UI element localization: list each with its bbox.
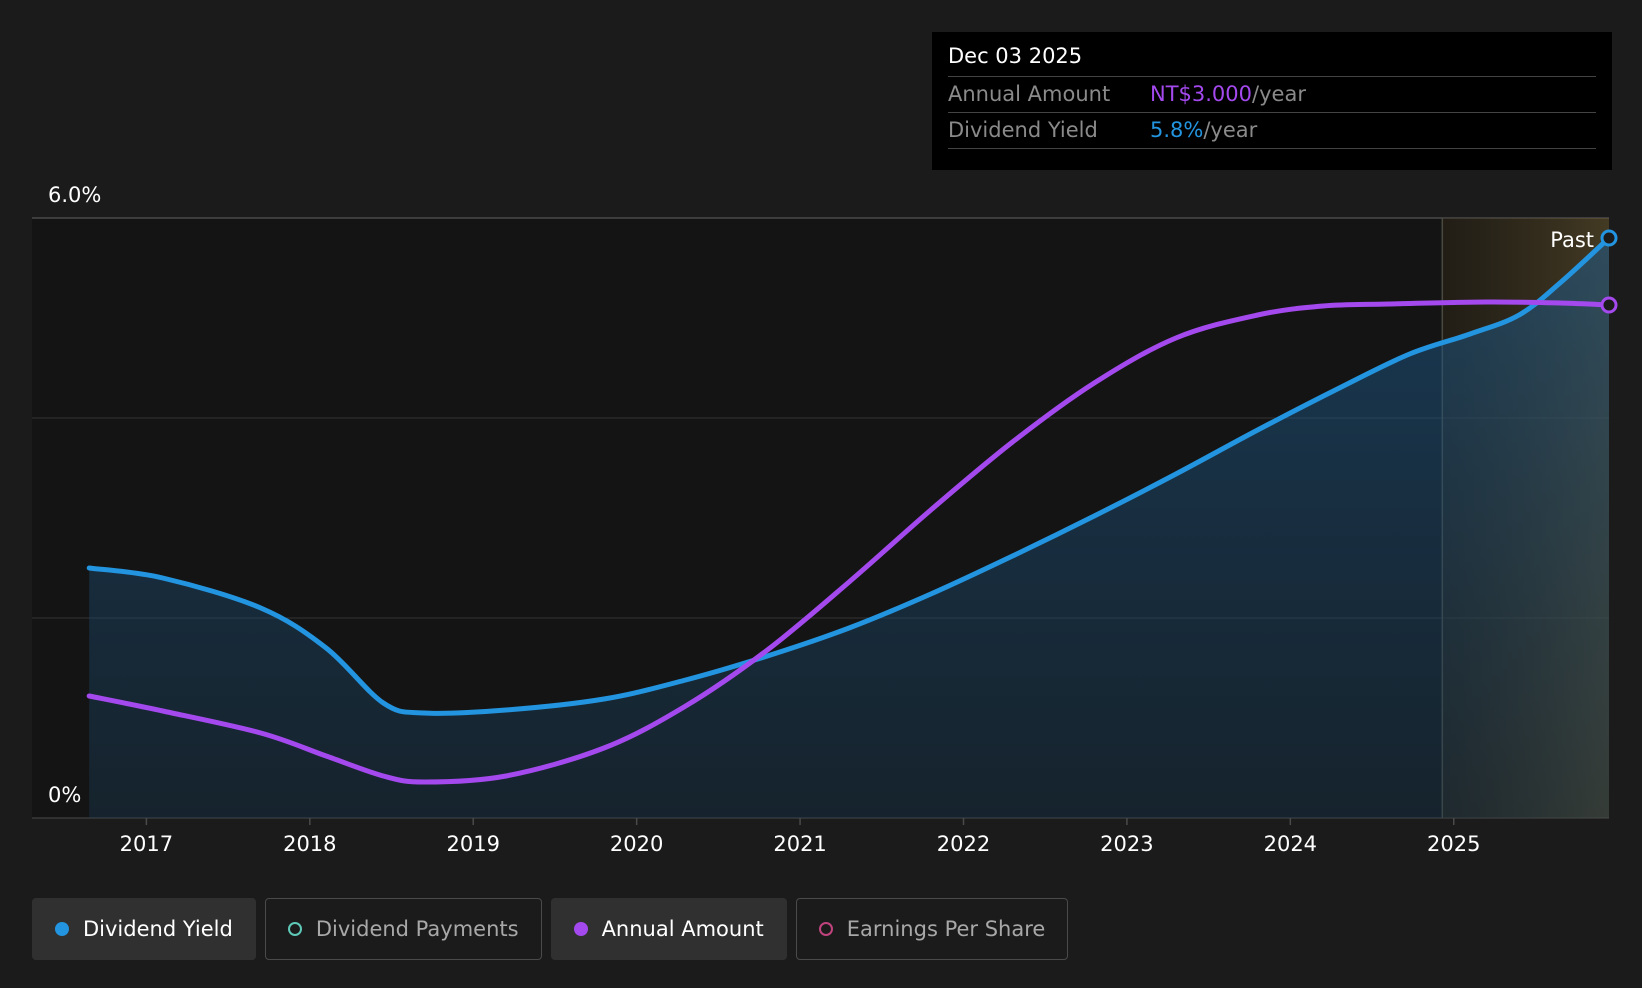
x-tick-label: 2023	[1100, 832, 1153, 856]
x-axis-labels: 2017 2018 2019 2020 2021 2022 2023 2024 2025	[120, 818, 1480, 856]
legend: Dividend Yield Dividend Payments Annual …	[32, 898, 1069, 960]
legend-item-dividend-payments[interactable]: Dividend Payments	[264, 898, 542, 960]
dividend-yield-end-marker[interactable]	[1600, 229, 1618, 247]
x-tick-label: 2021	[773, 832, 826, 856]
y-tick-label: 0%	[48, 783, 81, 807]
x-tick-label: 2018	[283, 832, 336, 856]
legend-item-dividend-yield[interactable]: Dividend Yield	[32, 898, 256, 960]
tooltip-row-annual-amount: Annual Amount NT$3.000 /year	[948, 77, 1596, 113]
x-tick-label: 2020	[610, 832, 663, 856]
tooltip-value: 5.8%	[1150, 118, 1204, 142]
legend-dot-icon	[287, 922, 302, 936]
legend-label: Annual Amount	[601, 917, 764, 941]
legend-dot-icon	[573, 922, 588, 936]
tooltip-date: Dec 03 2025	[948, 44, 1596, 77]
y-tick-label: 6.0%	[48, 183, 101, 207]
tooltip-label: Annual Amount	[948, 82, 1111, 106]
tooltip-unit: /year	[1203, 118, 1258, 142]
x-tick-label: 2025	[1427, 832, 1480, 856]
annual-amount-end-marker[interactable]	[1600, 296, 1618, 314]
hover-tooltip: Dec 03 2025 Annual Amount NT$3.000 /year…	[932, 32, 1612, 170]
tooltip-label: Dividend Yield	[948, 118, 1098, 142]
legend-label: Dividend Yield	[83, 917, 233, 941]
legend-label: Earnings Per Share	[846, 917, 1046, 941]
tooltip-row-dividend-yield: Dividend Yield 5.8% /year	[948, 113, 1596, 149]
x-tick-label: 2022	[937, 832, 990, 856]
tooltip-unit: /year	[1252, 82, 1306, 106]
x-tick-label: 2017	[120, 832, 173, 856]
x-tick-label: 2019	[447, 832, 500, 856]
past-label: Past	[1550, 228, 1594, 252]
tooltip-value: NT$3.000	[1150, 82, 1253, 106]
legend-item-annual-amount[interactable]: Annual Amount	[550, 898, 787, 960]
x-tick-label: 2024	[1264, 832, 1317, 856]
legend-label: Dividend Payments	[315, 917, 519, 941]
legend-dot-icon	[55, 922, 69, 936]
legend-dot-icon	[818, 922, 833, 936]
legend-item-earnings-per-share[interactable]: Earnings Per Share	[795, 898, 1069, 960]
